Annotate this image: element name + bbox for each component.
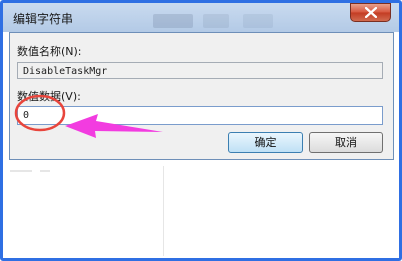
annotation-circle <box>14 94 66 132</box>
annotation-overlay <box>14 94 163 138</box>
arrow-icon <box>65 114 163 138</box>
